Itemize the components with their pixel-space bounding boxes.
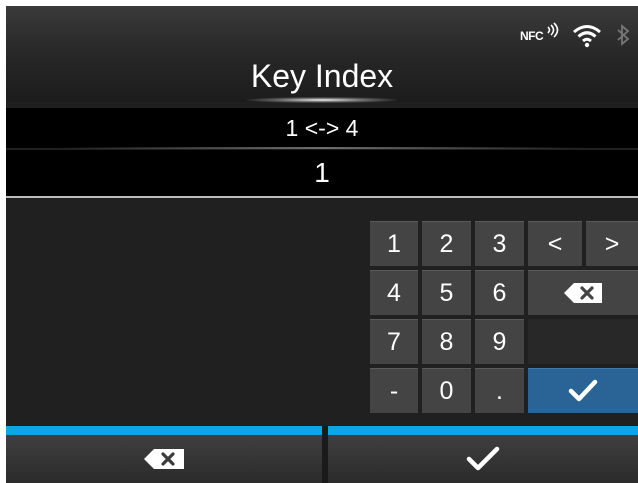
check-icon: [466, 446, 500, 471]
key-9[interactable]: 9: [475, 319, 524, 364]
key-minus[interactable]: -: [370, 368, 418, 413]
backspace-icon: [144, 449, 184, 469]
header: NFC Key Index: [6, 6, 638, 103]
key-2[interactable]: 2: [422, 221, 471, 266]
key-6[interactable]: 6: [475, 270, 524, 315]
cancel-button[interactable]: [6, 435, 322, 483]
divider: [56, 147, 588, 149]
check-icon: [568, 379, 598, 402]
value-field[interactable]: 1: [6, 150, 638, 196]
key-7[interactable]: 7: [370, 319, 418, 364]
key-0[interactable]: 0: [422, 368, 471, 413]
wifi-icon: [573, 25, 601, 48]
key-3[interactable]: 3: [475, 221, 524, 266]
key-5[interactable]: 5: [422, 270, 471, 315]
bottom-bar: [6, 426, 638, 483]
nfc-icon: [547, 22, 559, 38]
title-highlight: [247, 97, 397, 103]
range-hint: 1 <-> 4: [6, 108, 638, 148]
key-4[interactable]: 4: [370, 270, 418, 315]
cursor-left-button[interactable]: <: [528, 221, 582, 266]
status-icons: NFC: [518, 21, 638, 55]
keypad-spacer: [528, 319, 638, 364]
confirm-accent: [328, 426, 638, 435]
enter-button[interactable]: [528, 368, 638, 413]
cancel-accent: [6, 426, 322, 435]
nfc-label: NFC: [520, 29, 544, 43]
key-8[interactable]: 8: [422, 319, 471, 364]
cursor-right-button[interactable]: >: [586, 221, 638, 266]
backspace-button[interactable]: [528, 270, 638, 315]
key-1[interactable]: 1: [370, 221, 418, 266]
key-index-screen: NFC Key Index 1 <-> 4 1 1 2 3 < > 4 5 6 …: [6, 6, 638, 483]
backspace-icon: [564, 283, 602, 303]
page-title: Key Index: [250, 58, 394, 94]
key-decimal[interactable]: .: [475, 368, 524, 413]
numeric-keypad: 1 2 3 < > 4 5 6 7 8 9 - 0 .: [6, 198, 638, 426]
confirm-button[interactable]: [328, 435, 638, 483]
bluetooth-icon: [617, 24, 630, 46]
